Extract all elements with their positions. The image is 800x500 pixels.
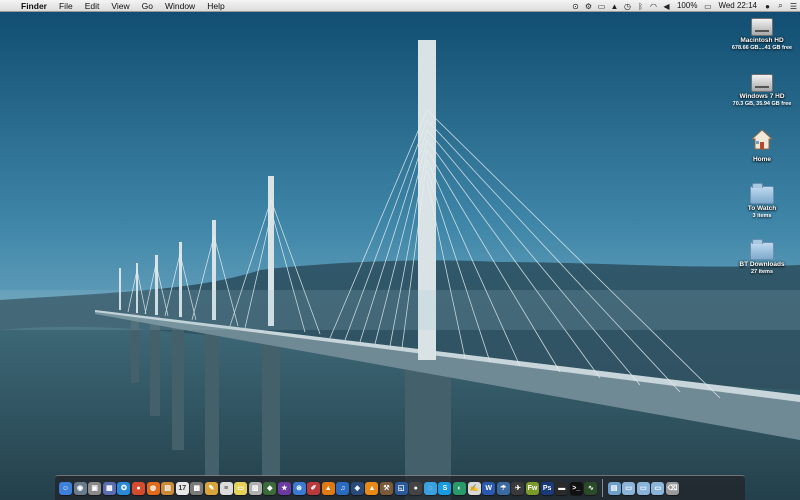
menu-bar: Finder File Edit View Go Window Help ⊙ ⚙… (0, 0, 800, 12)
spotlight-search-icon[interactable]: ⌕ (774, 0, 787, 12)
menu-edit[interactable]: Edit (79, 0, 106, 12)
menu-clock[interactable]: Wed 22:14 (714, 0, 761, 12)
dock-script-icon[interactable]: ✍ (467, 481, 481, 495)
dock-paint-icon[interactable]: ✐ (307, 481, 321, 495)
dock-itunes-icon[interactable]: ♫ (336, 481, 350, 495)
dock-chrome-icon[interactable]: ● (131, 481, 145, 495)
desktop-icon-info: 70.3 GB, 35.94 GB free (732, 101, 792, 107)
notification-center-icon[interactable]: ☰ (787, 0, 800, 12)
desktop-icon-label: Home (752, 156, 772, 163)
dock-virtual-machine-icon[interactable]: ◱ (394, 481, 408, 495)
dock-tools-icon[interactable]: ⚒ (380, 481, 394, 495)
menu-view[interactable]: View (105, 0, 135, 12)
gear-icon[interactable]: ⚙ (582, 0, 595, 12)
dock-trash-icon[interactable]: ⌫ (665, 481, 679, 495)
desktop-icon-home[interactable]: Home (730, 128, 794, 164)
dock-umbrella-icon[interactable]: ☂ (496, 481, 510, 495)
dock-documents-folder-icon[interactable]: ▭ (622, 481, 636, 495)
bluetooth-icon[interactable]: ᛒ (634, 0, 647, 12)
record-icon[interactable]: ⊙ (569, 0, 582, 12)
dock-launchpad-icon[interactable]: ◉ (73, 481, 87, 495)
dock-fireworks-icon[interactable]: Fw (526, 481, 539, 495)
battery-percentage[interactable]: 100% (673, 0, 701, 12)
desktop-icon-windows-7-hd[interactable]: Windows 7 HD 70.3 GB, 35.94 GB free (730, 72, 794, 108)
desktop-icon-bt-downloads[interactable]: BT Downloads 27 items (730, 239, 794, 276)
dock-app-store-icon[interactable]: ⊛ (292, 481, 306, 495)
dock-preferences-icon[interactable]: ▨ (248, 481, 262, 495)
dock-preview-icon[interactable]: ▤ (161, 481, 175, 495)
dock-imovie-icon[interactable]: ★ (277, 481, 291, 495)
dock-cleaner-icon[interactable]: ◆ (263, 481, 277, 495)
dock-pages-icon[interactable]: ✎ (204, 481, 218, 495)
dock-firefox-icon[interactable]: ◍ (146, 481, 160, 495)
dock-stack-folder-icon[interactable]: ▭ (651, 481, 665, 495)
desktop-wallpaper (0, 0, 800, 500)
dock-vlc-2-icon[interactable]: ▲ (365, 481, 379, 495)
dock-activity-monitor-icon[interactable]: ∿ (584, 481, 598, 495)
folder-icon (750, 239, 774, 260)
dock-textedit-icon[interactable]: ≡ (219, 481, 233, 495)
menu-go[interactable]: Go (136, 0, 159, 12)
hard-drive-icon (751, 74, 773, 92)
dock-monitor-icon[interactable]: ▬ (555, 481, 569, 495)
folder-icon (750, 183, 774, 204)
desktop-icon-label: To Watch (747, 205, 777, 212)
user-icon[interactable]: ● (761, 0, 774, 12)
hd-icon[interactable]: ▭ (595, 0, 608, 12)
wifi-icon[interactable]: ◠ (647, 0, 660, 12)
dock-terminal-icon[interactable]: >_ (569, 481, 583, 495)
dock-photoshop-icon[interactable]: Ps (540, 481, 554, 495)
menu-window[interactable]: Window (159, 0, 201, 12)
dock-calendar-icon[interactable]: 17 (175, 481, 189, 495)
dock-safari-icon[interactable]: ✪ (117, 481, 131, 495)
dock: ☺ ◉ ▣ ▦ ✪ ● ◍ ▤ 17 ▩ ✎ ≡ ▭ ▨ ◆ ★ ⊛ ✐ ▲ ♫ ◈ ▲ ⚒ ◱ ● ◌ S ◐ ✍ W ☂ ✈ Fw Ps ▬ >_… (55, 475, 745, 500)
desktop-icon-label: Macintosh HD (740, 37, 784, 44)
status-menu-area: ⊙ ⚙ ▭ ▲ ◷ ᛒ ◠ ◀ 100% ▭ Wed 22:14 ● ⌕ ☰ (569, 0, 800, 12)
airplay-icon[interactable]: ▲ (608, 0, 621, 12)
desktop-icon-label: Windows 7 HD (739, 93, 785, 100)
menu-help[interactable]: Help (201, 0, 230, 12)
time-machine-icon[interactable]: ◷ (621, 0, 634, 12)
dock-photos-icon[interactable]: ▩ (190, 481, 204, 495)
dock-apps-folder-icon[interactable]: ▤ (607, 481, 621, 495)
dock-messages-icon[interactable]: ◌ (423, 481, 437, 495)
desktop-icon-info: 3 items (752, 213, 772, 219)
dock-vlc-icon[interactable]: ▲ (321, 481, 335, 495)
desktop-icon-info: 678.66 GB....41 GB free (731, 45, 793, 51)
dock-separator (601, 479, 603, 497)
dock-downloads-folder-icon[interactable]: ▭ (636, 481, 650, 495)
hard-drive-icon (751, 18, 773, 36)
dock-iphoto-icon[interactable]: ▣ (88, 481, 102, 495)
battery-icon[interactable]: ▭ (701, 0, 714, 12)
desktop-icon-label: BT Downloads (739, 261, 785, 268)
menu-file[interactable]: File (53, 0, 79, 12)
dock-facetime-icon[interactable]: ● (409, 481, 423, 495)
desktop-icon-macintosh-hd[interactable]: Macintosh HD 678.66 GB....41 GB free (730, 16, 794, 52)
dock-photo-booth-icon[interactable]: ▦ (102, 481, 116, 495)
dock-notes-icon[interactable]: ▭ (234, 481, 248, 495)
home-folder-icon (750, 129, 774, 150)
dock-word-icon[interactable]: W (482, 481, 496, 495)
dock-editor-icon[interactable]: ◐ (453, 481, 467, 495)
dock-finder-icon[interactable]: ☺ (59, 481, 72, 495)
volume-icon[interactable]: ◀ (660, 0, 673, 12)
dock-skype-icon[interactable]: S (438, 481, 452, 495)
desktop-icon-to-watch[interactable]: To Watch 3 items (730, 183, 794, 220)
menu-finder[interactable]: Finder (15, 0, 53, 12)
desktop-icon-info: 27 items (750, 269, 773, 275)
dock-utility-icon[interactable]: ◈ (350, 481, 364, 495)
dock-terminal-2-icon[interactable]: ✈ (511, 481, 525, 495)
